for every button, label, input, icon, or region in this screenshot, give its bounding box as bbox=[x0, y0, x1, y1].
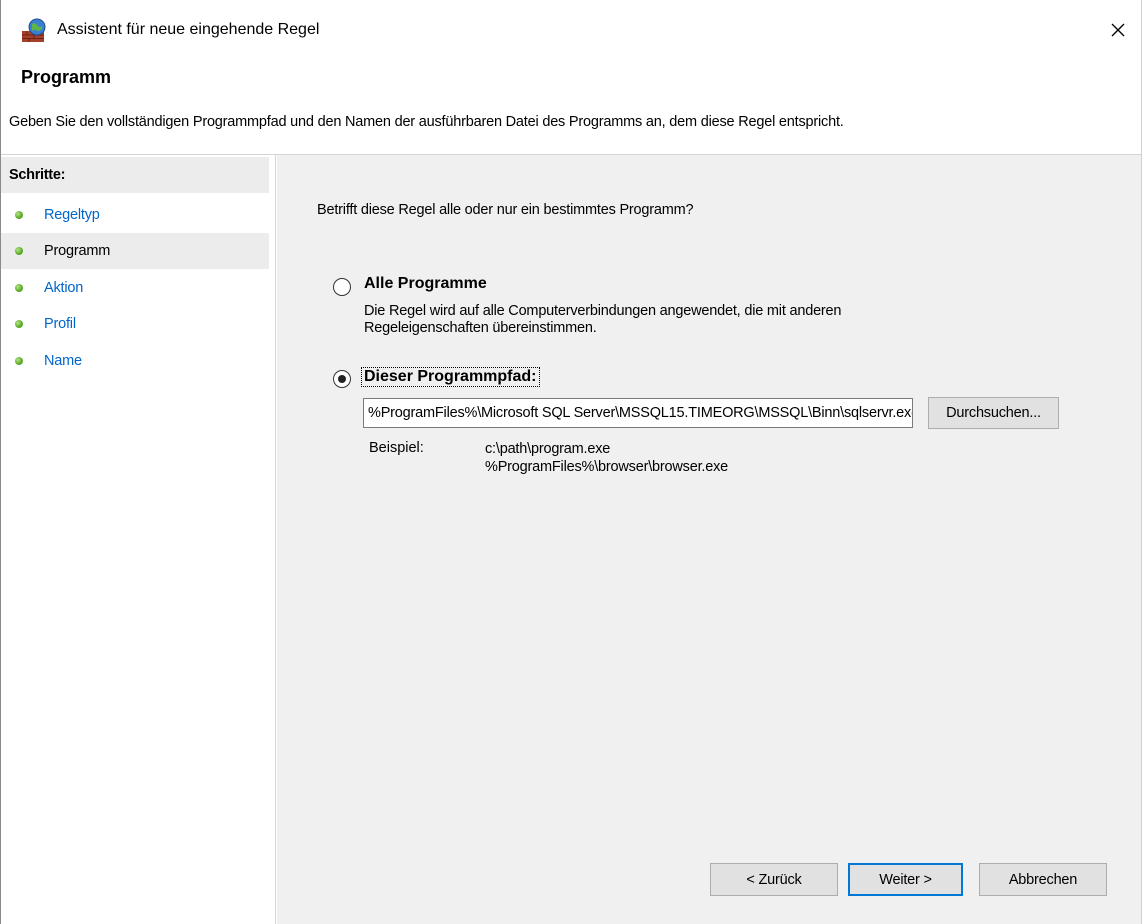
rule-question: Betrifft diese Regel alle oder nur ein b… bbox=[317, 202, 694, 218]
sidebar-item-label: Aktion bbox=[44, 280, 84, 296]
close-button[interactable] bbox=[1095, 10, 1141, 54]
page-title: Programm bbox=[21, 67, 112, 87]
sidebar-item-label: Profil bbox=[44, 316, 76, 332]
back-button[interactable]: < Zurück bbox=[710, 863, 838, 896]
page-description: Geben Sie den vollständigen Programmpfad… bbox=[9, 114, 844, 130]
sidebar-item-label: Regeltyp bbox=[44, 207, 100, 223]
sidebar-item-aktion[interactable]: Aktion bbox=[1, 270, 269, 306]
firewall-globe-icon bbox=[21, 18, 47, 44]
all-programs-description-line1: Die Regel wird auf alle Computerverbindu… bbox=[364, 303, 842, 319]
steps-sidebar: Schritte: Regeltyp Programm Aktion Profi… bbox=[1, 155, 276, 924]
next-button[interactable]: Weiter > bbox=[848, 863, 963, 896]
sidebar-item-programm[interactable]: Programm bbox=[1, 233, 269, 269]
program-path-input[interactable]: %ProgramFiles%\Microsoft SQL Server\MSSQ… bbox=[363, 398, 913, 428]
example-values: c:\path\program.exe %ProgramFiles%\brows… bbox=[485, 440, 728, 476]
sidebar-item-profil[interactable]: Profil bbox=[1, 306, 269, 342]
wizard-window: Assistent für neue eingehende Regel Prog… bbox=[0, 0, 1142, 924]
radio-all-programs-label[interactable]: Alle Programme bbox=[364, 275, 487, 293]
example-line1: c:\path\program.exe bbox=[485, 441, 611, 457]
browse-button[interactable]: Durchsuchen... bbox=[928, 397, 1059, 429]
title-bar[interactable]: Assistent für neue eingehende Regel bbox=[1, 0, 1141, 62]
radio-program-path-label[interactable]: Dieser Programmpfad: bbox=[361, 367, 540, 387]
sidebar-item-name[interactable]: Name bbox=[1, 343, 269, 379]
radio-program-path[interactable] bbox=[333, 370, 351, 388]
sidebar-item-label: Name bbox=[44, 353, 82, 369]
all-programs-description-line2: Regeleigenschaften übereinstimmen. bbox=[364, 320, 597, 336]
green-dot-icon bbox=[15, 357, 23, 365]
steps-heading: Schritte: bbox=[1, 157, 269, 193]
green-dot-icon bbox=[15, 247, 23, 255]
example-label: Beispiel: bbox=[369, 440, 424, 456]
green-dot-icon bbox=[15, 211, 23, 219]
radio-all-programs[interactable] bbox=[333, 278, 351, 296]
close-icon bbox=[1110, 22, 1126, 42]
green-dot-icon bbox=[15, 284, 23, 292]
cancel-button[interactable]: Abbrechen bbox=[979, 863, 1107, 896]
sidebar-item-label: Programm bbox=[44, 243, 111, 259]
sidebar-item-regeltyp[interactable]: Regeltyp bbox=[1, 197, 269, 233]
window-title: Assistent für neue eingehende Regel bbox=[57, 21, 320, 38]
all-programs-description: Die Regel wird auf alle Computerverbindu… bbox=[364, 303, 841, 337]
green-dot-icon bbox=[15, 320, 23, 328]
example-line2: %ProgramFiles%\browser\browser.exe bbox=[485, 459, 729, 475]
main-panel: Betrifft diese Regel alle oder nur ein b… bbox=[277, 155, 1141, 924]
